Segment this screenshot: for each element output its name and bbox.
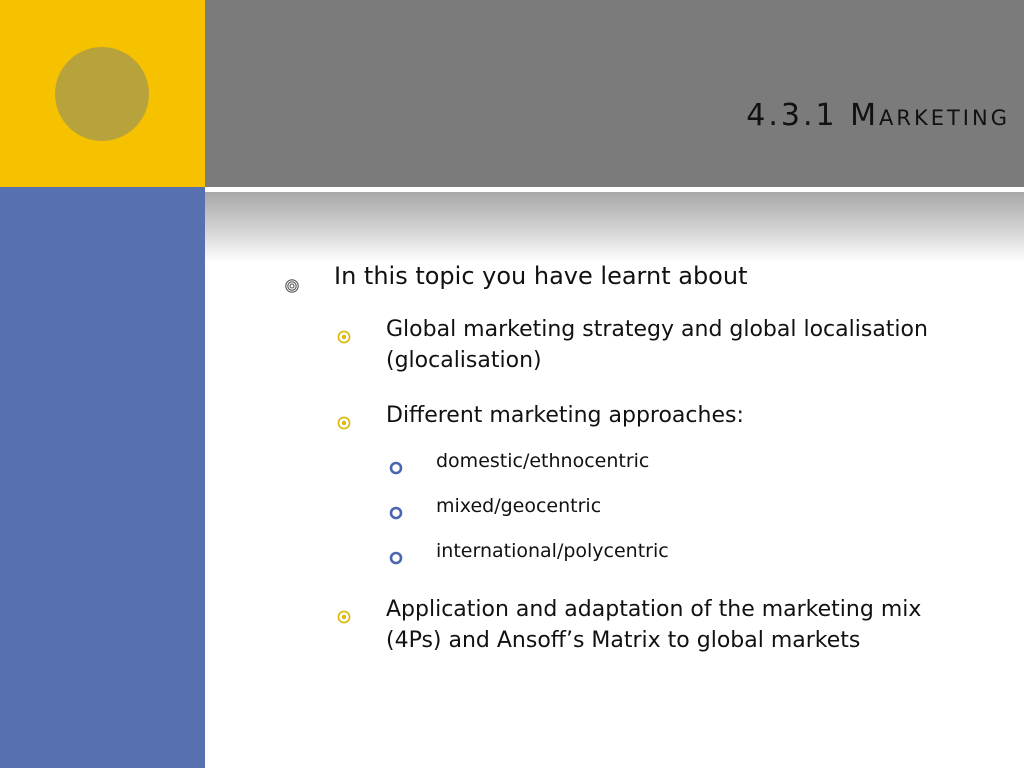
target-bullet-icon (337, 602, 351, 624)
intro-text: In this topic you have learnt about (334, 262, 748, 290)
slide: 4.3.1 Marketing In this topic you have l… (0, 0, 1024, 768)
blue-side-block (0, 187, 205, 768)
bullet-level3: mixed/geocentric (386, 493, 982, 520)
approach-text: international/polycentric (436, 540, 669, 562)
title-band (205, 0, 1024, 187)
ring-bullet-icon (389, 501, 403, 520)
point-text: Different marketing approaches: (386, 403, 744, 428)
bullet-level2: Different marketing approaches: (334, 400, 982, 431)
point-text: Global marketing strategy and global loc… (386, 317, 928, 373)
bullet-level2: Application and adaptation of the market… (334, 594, 982, 656)
slide-title: 4.3.1 Marketing (746, 98, 1010, 133)
bullet-level3: international/polycentric (386, 538, 982, 565)
ring-bullet-icon (389, 456, 403, 475)
target-bullet-icon (337, 322, 351, 344)
approach-text: mixed/geocentric (436, 495, 602, 517)
bullet-level2: Global marketing strategy and global loc… (334, 314, 982, 376)
bullet-level3: domestic/ethnocentric (386, 448, 982, 475)
point-text: Application and adaptation of the market… (386, 597, 922, 653)
approach-text: domestic/ethnocentric (436, 450, 650, 472)
yellow-corner-block (0, 0, 205, 187)
decorative-circle (55, 47, 149, 141)
target-bullet-icon (337, 408, 351, 430)
concentric-circle-bullet-icon (285, 269, 299, 293)
bullet-level1: In this topic you have learnt about (282, 260, 982, 293)
ring-bullet-icon (389, 546, 403, 565)
slide-content: In this topic you have learnt about Glob… (282, 260, 982, 680)
gradient-band (205, 192, 1024, 262)
